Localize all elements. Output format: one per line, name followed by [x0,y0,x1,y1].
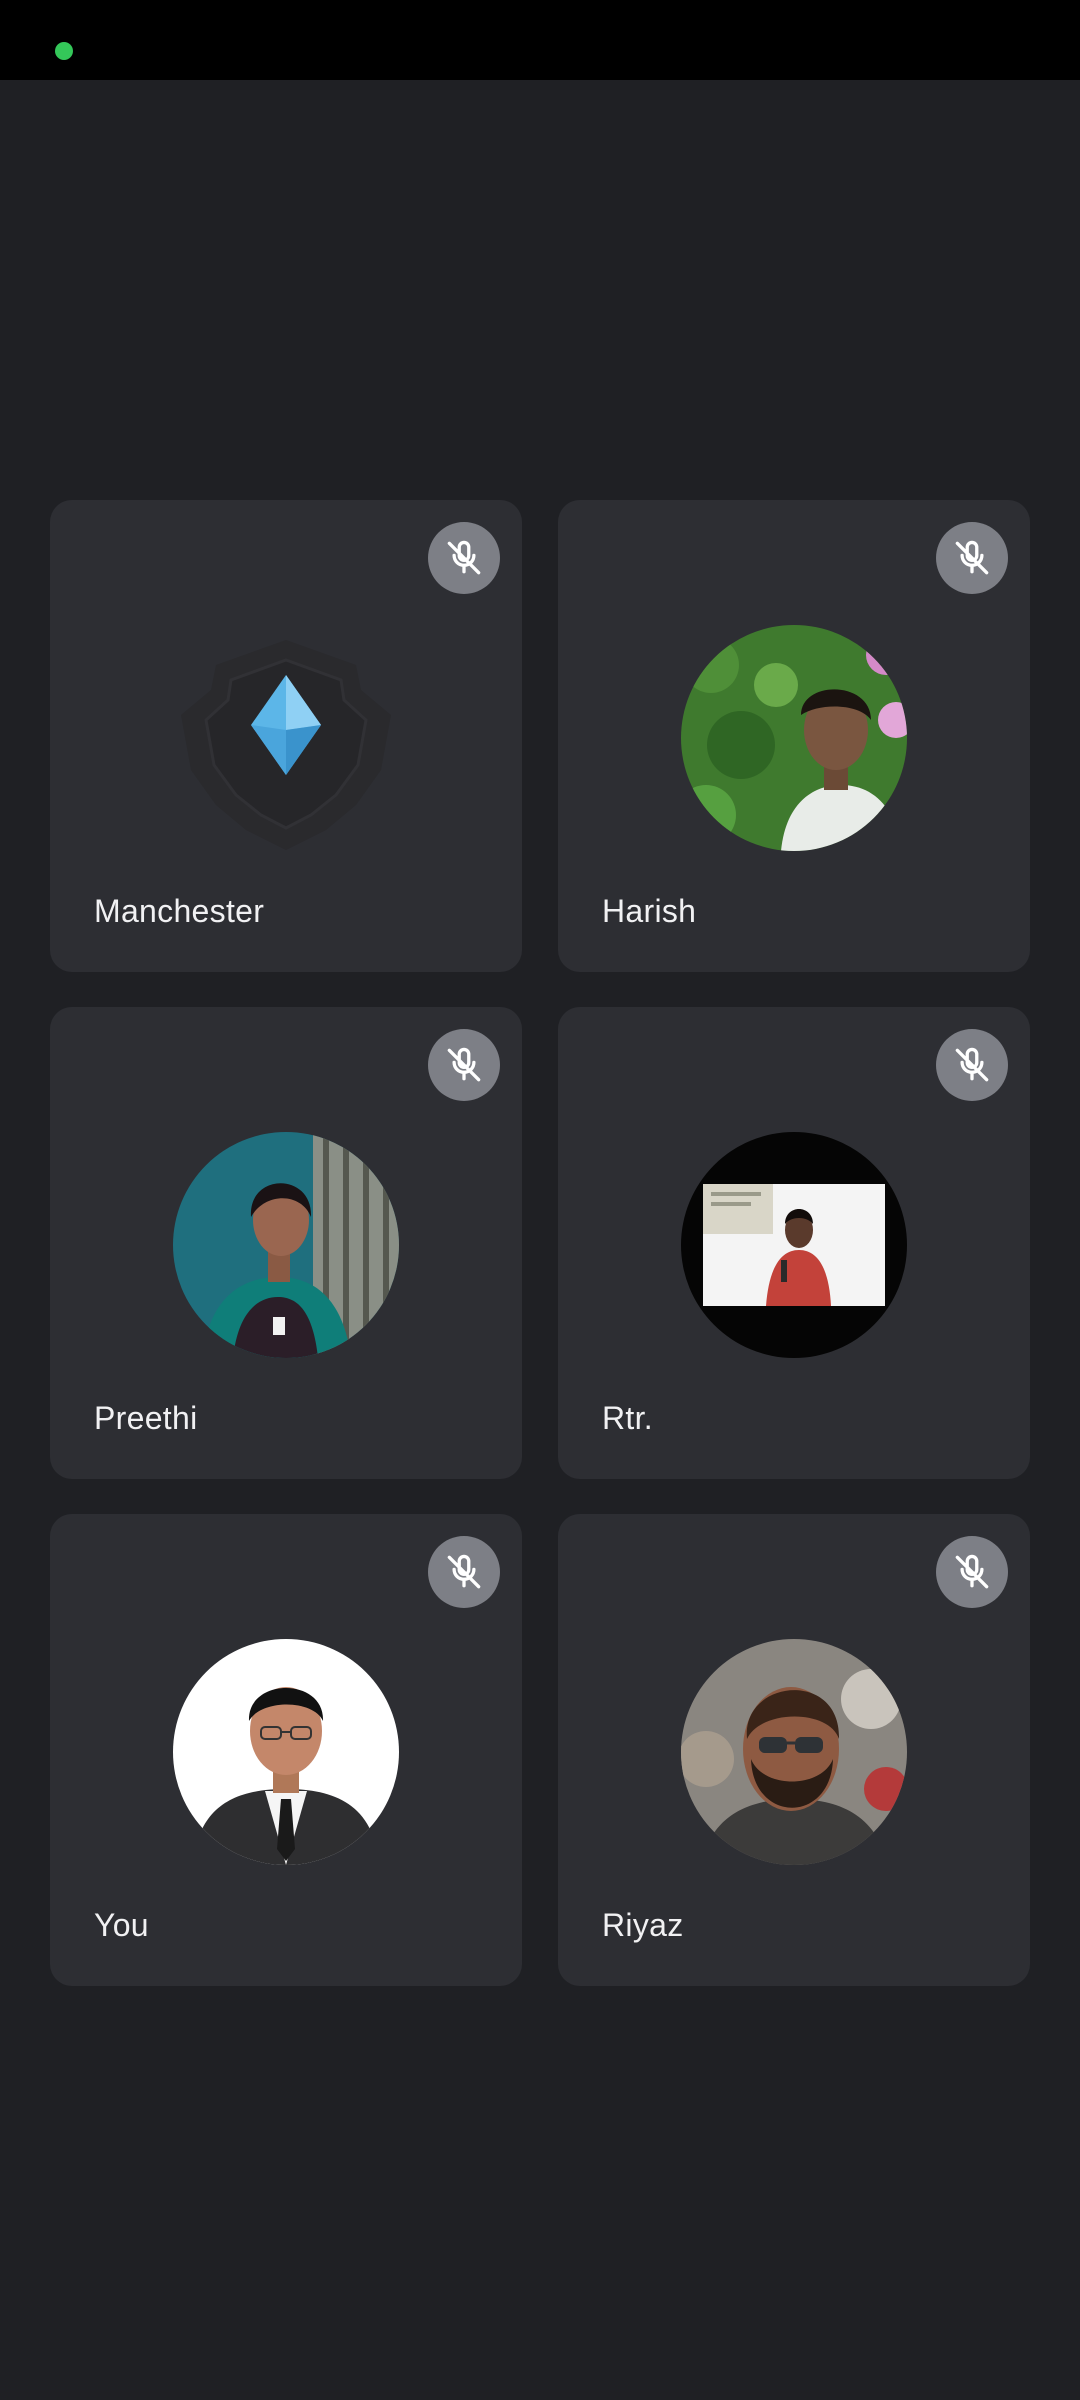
mic-off-icon[interactable] [428,1029,500,1101]
avatar [173,1132,399,1358]
mic-off-icon[interactable] [936,522,1008,594]
mic-off-icon[interactable] [936,1029,1008,1101]
participant-name: Riyaz [602,1907,684,1943]
participant-tile-rtr[interactable]: Rtr. [558,1007,1030,1479]
participant-name: Harish [602,893,697,929]
participant-tile-harish[interactable]: Harish [558,500,1030,972]
mic-off-icon[interactable] [428,1536,500,1608]
participant-tile-manchester[interactable]: Manchester [50,500,522,972]
avatar [173,1639,399,1865]
mic-off-icon[interactable] [428,522,500,594]
participant-name: Preethi [94,1400,198,1436]
avatar [681,1132,907,1358]
participant-tile-riyaz[interactable]: Riyaz [558,1514,1030,1986]
status-bar [0,0,1080,80]
avatar [681,625,907,851]
participant-grid: Manchester Harish Preethi Rtr. You Riyaz [50,500,1030,1986]
participant-name: Rtr. [602,1400,653,1436]
mic-off-icon[interactable] [936,1536,1008,1608]
avatar [681,1639,907,1865]
participant-tile-preethi[interactable]: Preethi [50,1007,522,1479]
participant-name: You [94,1907,149,1943]
crest-logo-icon [166,620,406,860]
active-indicator-dot [55,42,73,60]
participant-tile-you[interactable]: You [50,1514,522,1986]
participant-name: Manchester [94,893,265,929]
